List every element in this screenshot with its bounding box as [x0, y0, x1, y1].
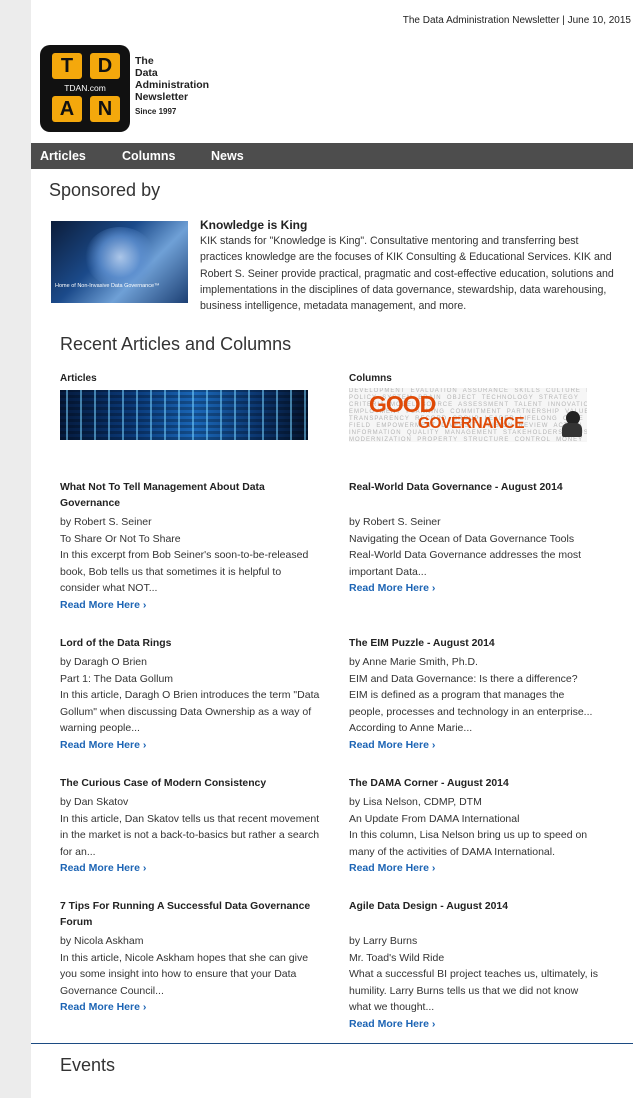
main-nav: Articles Columns News	[31, 143, 633, 169]
column-author: by Lisa Nelson, CDMP, DTM	[349, 796, 482, 808]
sponsored-heading: Sponsored by	[49, 180, 161, 200]
article-author: by Robert S. Seiner	[60, 516, 152, 528]
sponsor-image-caption: Home of Non-Invasive Data Governance™	[55, 283, 160, 289]
column-subtitle: Mr. Toad's Wild Ride	[349, 951, 445, 964]
good-word: GOOD	[369, 391, 436, 417]
logo-domain: TDAN.com	[64, 83, 106, 93]
article-author: by Nicola Askham	[60, 935, 144, 947]
columns-good-governance-image[interactable]: DEVELOPMENT EVALUATION ASSURANCE SKILLS …	[349, 388, 587, 442]
logo-tile-a: A	[52, 96, 82, 122]
article-title[interactable]: 7 Tips For Running A Successful Data Gov…	[60, 899, 322, 931]
article-excerpt: In this excerpt from Bob Seiner's soon-t…	[60, 549, 309, 594]
column-title[interactable]: The EIM Puzzle - August 2014	[349, 636, 599, 652]
sponsor-description: KIK stands for "Knowledge is King". Cons…	[200, 235, 614, 313]
articles-binary-image[interactable]	[60, 390, 308, 440]
read-more-link[interactable]: Read More Here ›	[60, 860, 322, 876]
newsletter-date-line: The Data Administration Newsletter | Jun…	[402, 15, 631, 26]
column-subtitle: Navigating the Ocean of Data Governance …	[349, 532, 575, 545]
column-author: by Larry Burns	[349, 935, 418, 947]
wordmark-line: Data	[135, 67, 158, 79]
tdan-logo[interactable]: T D TDAN.com A N	[40, 45, 130, 132]
column-title[interactable]: The DAMA Corner - August 2014	[349, 776, 599, 792]
article-author: by Daragh O Brien	[60, 656, 147, 668]
sponsor-title[interactable]: Knowledge is King	[200, 218, 307, 232]
column-excerpt: In this column, Lisa Nelson bring us up …	[349, 829, 588, 858]
column-excerpt: What a successful BI project teaches us,…	[349, 968, 598, 1013]
column-author: by Robert S. Seiner	[349, 516, 441, 528]
wordmark-since: Since 1997	[135, 107, 177, 116]
column-item: The DAMA Corner - August 2014 by Lisa Ne…	[349, 776, 599, 876]
recent-heading: Recent Articles and Columns	[60, 334, 292, 354]
events-heading: Events	[60, 1055, 116, 1075]
read-more-link[interactable]: Read More Here ›	[349, 737, 599, 753]
article-item: Lord of the Data Rings by Daragh O Brien…	[60, 636, 322, 753]
read-more-link[interactable]: Read More Here ›	[349, 1016, 599, 1032]
figure-body	[562, 423, 582, 437]
wordmark-line: Administration	[135, 79, 210, 91]
column-item: Agile Data Design - August 2014 by Larry…	[349, 899, 599, 1032]
read-more-link[interactable]: Read More Here ›	[349, 580, 599, 596]
article-item: The Curious Case of Modern Consistency b…	[60, 776, 322, 876]
article-title[interactable]: What Not To Tell Management About Data G…	[60, 480, 322, 512]
article-excerpt: In this article, Dan Skatov tells us tha…	[60, 812, 320, 858]
column-title[interactable]: Agile Data Design - August 2014	[349, 899, 599, 931]
logo-tile-n: N	[90, 96, 120, 122]
article-title[interactable]: The Curious Case of Modern Consistency	[60, 776, 322, 792]
column-item: Real-World Data Governance - August 2014…	[349, 480, 599, 596]
article-title[interactable]: Lord of the Data Rings	[60, 636, 322, 652]
columns-column-label: Columns	[349, 373, 392, 384]
section-divider	[31, 1043, 633, 1044]
governance-word: GOVERNANCE	[418, 415, 525, 432]
article-excerpt: In this article, Nicole Askham hopes tha…	[60, 951, 309, 997]
column-excerpt: Real-World Data Governance addresses the…	[349, 549, 582, 578]
nav-news[interactable]: News	[211, 149, 244, 163]
column-subtitle: An Update From DAMA International	[349, 812, 520, 825]
column-excerpt: EIM is defined as a program that manages…	[349, 689, 593, 734]
nav-articles[interactable]: Articles	[40, 149, 86, 163]
read-more-link[interactable]: Read More Here ›	[349, 860, 599, 876]
logo-tile-d: D	[90, 53, 120, 79]
article-subtitle: To Share Or Not To Share	[60, 532, 181, 545]
globe-glow	[85, 227, 155, 287]
articles-column-label: Articles	[60, 373, 97, 384]
article-item: 7 Tips For Running A Successful Data Gov…	[60, 899, 322, 1015]
read-more-link[interactable]: Read More Here ›	[60, 737, 322, 753]
article-subtitle: Part 1: The Data Gollum	[60, 672, 174, 685]
wordmark-line: The	[135, 55, 154, 67]
logo-wordmark: The Data Administration Newsletter Since…	[135, 55, 209, 118]
column-title[interactable]: Real-World Data Governance - August 2014	[349, 480, 599, 512]
column-author: by Anne Marie Smith, Ph.D.	[349, 656, 478, 668]
article-author: by Dan Skatov	[60, 796, 129, 808]
column-item: The EIM Puzzle - August 2014 by Anne Mar…	[349, 636, 599, 753]
column-subtitle: EIM and Data Governance: Is there a diff…	[349, 672, 578, 685]
read-more-link[interactable]: Read More Here ›	[60, 999, 322, 1015]
logo-tile-t: T	[52, 53, 82, 79]
article-item: What Not To Tell Management About Data G…	[60, 480, 322, 613]
read-more-link[interactable]: Read More Here ›	[60, 597, 322, 613]
sponsor-banner-image[interactable]: Home of Non-Invasive Data Governance™	[51, 221, 188, 303]
nav-columns[interactable]: Columns	[122, 149, 175, 163]
wordmark-line: Newsletter	[135, 91, 189, 103]
article-excerpt: In this article, Daragh O Brien introduc…	[60, 689, 320, 734]
